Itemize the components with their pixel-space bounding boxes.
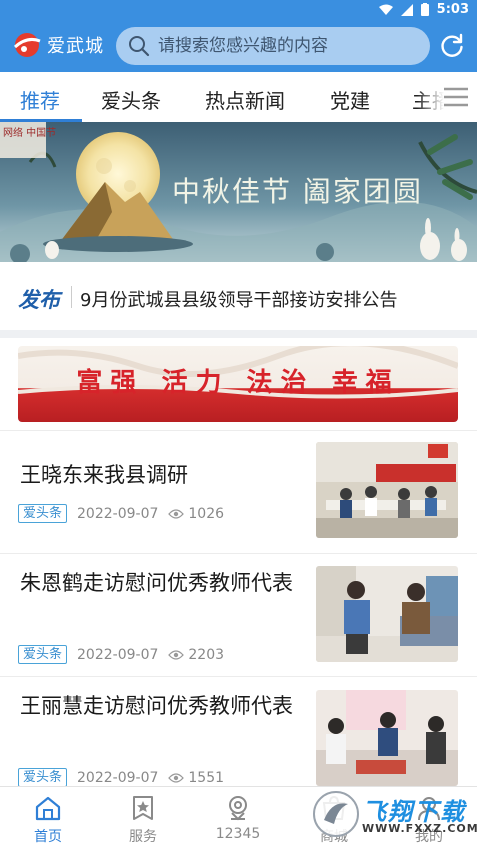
view-number: 1026 <box>188 505 225 522</box>
tab-recommend[interactable]: 推荐 <box>20 85 60 114</box>
home-icon <box>35 796 61 821</box>
app-name: 爱武城 <box>47 36 104 57</box>
announcement-tag: 发布 <box>18 288 60 312</box>
news-thumbnail[interactable] <box>316 690 458 786</box>
category-badge: 爱头条 <box>18 504 68 523</box>
eye-icon <box>168 772 185 783</box>
banner-title: 中秋佳节 阖家团圆 <box>172 175 423 208</box>
search-bar[interactable] <box>116 27 430 65</box>
slogan-banner[interactable]: 富强 活力 法治 幸福 <box>18 346 458 422</box>
search-icon <box>129 36 150 57</box>
nav-label: 服务 <box>129 829 157 845</box>
nav-label: 首页 <box>34 829 62 845</box>
app-logo[interactable]: 爱武城 <box>12 32 104 58</box>
tab-hot-news[interactable]: 热点新闻 <box>205 85 285 114</box>
wifi-icon <box>378 4 393 15</box>
news-meta: 爱头条 2022-09-07 2203 <box>18 645 224 664</box>
news-date: 2022-09-07 <box>77 769 159 786</box>
status-time: 5:03 <box>436 2 469 17</box>
news-thumbnail[interactable] <box>316 566 458 662</box>
news-title[interactable]: 王丽慧走访慰问优秀教师代表 <box>20 690 300 722</box>
status-bar: 5:03 <box>0 0 477 20</box>
menu-icon[interactable] <box>443 86 469 108</box>
news-title[interactable]: 朱恩鹤走访慰问优秀教师代表 <box>20 567 300 599</box>
nav-home[interactable]: 首页 <box>0 787 96 848</box>
banner-carousel[interactable]: 网络 中国节 中秋佳节 阖家团圆 <box>0 122 477 262</box>
news-meta: 爱头条 2022-09-07 1551 <box>18 768 224 787</box>
festival-seal: 网络 中国节 <box>3 128 57 139</box>
view-number: 2203 <box>188 646 225 663</box>
nav-label: 12345 <box>215 826 261 842</box>
nav-hotline[interactable]: 12345 <box>190 787 286 848</box>
category-badge: 爱头条 <box>18 645 68 664</box>
logo-icon <box>13 33 41 57</box>
location-pin-icon <box>229 796 247 821</box>
star-bookmark-icon <box>133 796 153 820</box>
announcement-text[interactable]: 9月份武城县县级领导干部接访安排公告 <box>80 286 397 312</box>
view-count: 1026 <box>168 506 224 522</box>
announcement-bar[interactable]: 发布 9月份武城县县级领导干部接访安排公告 <box>0 262 477 330</box>
eye-icon <box>168 649 185 660</box>
tab-headlines[interactable]: 爱头条 <box>101 85 161 114</box>
announcement-divider <box>71 286 72 308</box>
tab-party[interactable]: 党建 <box>330 85 370 114</box>
news-date: 2022-09-07 <box>77 505 159 522</box>
category-tabs: 推荐 爱头条 热点新闻 党建 主播 <box>0 72 477 122</box>
slogan-text: 富强 活力 法治 幸福 <box>76 368 400 398</box>
news-title[interactable]: 王晓东来我县调研 <box>20 459 300 491</box>
top-header: 5:03 爱武城 <box>0 0 477 72</box>
news-item[interactable]: 王丽慧走访慰问优秀教师代表 爱头条 2022-09-07 1551 <box>0 676 477 800</box>
site-watermark: 飞翔下载 WWW.FXXZ.COM <box>310 786 477 842</box>
news-item[interactable]: 朱恩鹤走访慰问优秀教师代表 爱头条 2022-09-07 2203 <box>0 553 477 677</box>
battery-icon <box>420 3 429 16</box>
news-date: 2022-09-07 <box>77 646 159 663</box>
signal-icon <box>400 3 413 16</box>
nav-service[interactable]: 服务 <box>95 787 191 848</box>
app-bar: 爱武城 <box>0 20 477 72</box>
search-input[interactable] <box>158 36 418 56</box>
category-badge: 爱头条 <box>18 768 68 787</box>
news-meta: 爱头条 2022-09-07 1026 <box>18 504 224 523</box>
section-gap <box>0 330 477 338</box>
refresh-icon[interactable] <box>439 33 465 59</box>
view-count: 2203 <box>168 647 224 663</box>
view-count: 1551 <box>168 770 224 786</box>
watermark-logo-icon <box>313 791 359 837</box>
eye-icon <box>168 508 185 519</box>
news-thumbnail[interactable] <box>316 442 458 538</box>
news-item[interactable]: 王晓东来我县调研 爱头条 2022-09-07 1026 <box>0 430 477 554</box>
watermark-url: WWW.FXXZ.COM <box>362 822 477 835</box>
view-number: 1551 <box>188 769 225 786</box>
